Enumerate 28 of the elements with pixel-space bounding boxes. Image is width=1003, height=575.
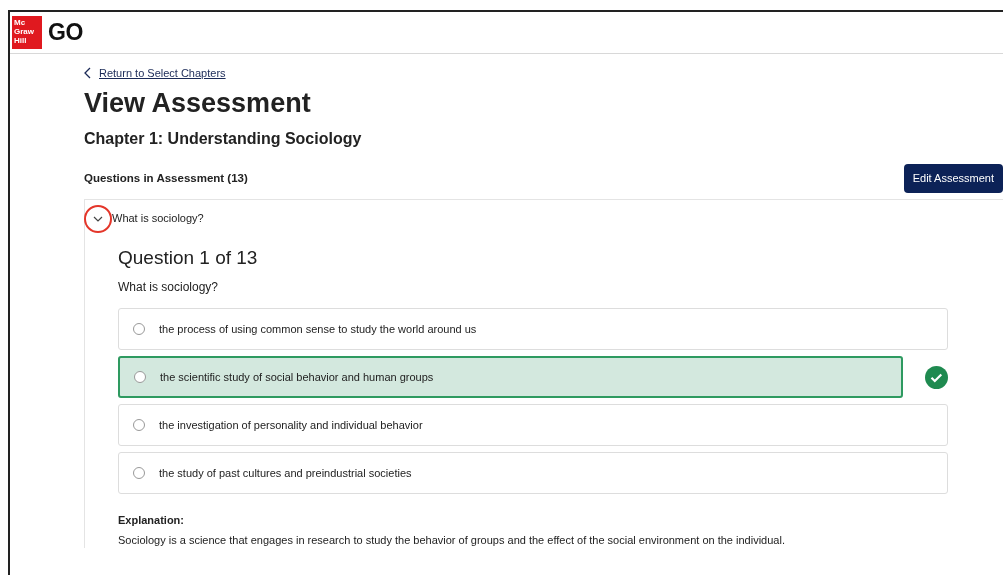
- answer-option[interactable]: the study of past cultures and preindustrial societies: [118, 452, 948, 495]
- explanation-text: Sociology is a science that engages in research to study the behavior of groups and the effect of the social environment on the individual.: [118, 532, 786, 548]
- chevron-down-icon: [93, 215, 103, 222]
- edit-button[interactable]: Edit Assessment: [903, 164, 1003, 193]
- question-text: What is sociology?: [118, 279, 220, 297]
- radio-button[interactable]: [134, 371, 146, 384]
- option-text: the process of using common sense to study the world around us: [159, 322, 477, 337]
- chapter-title: Chapter 1: Understanding Sociology: [84, 129, 363, 149]
- back-link[interactable]: Return to Select Chapters: [99, 64, 226, 82]
- section-heading: Questions in Assessment (13): [84, 170, 248, 186]
- back-chevron-icon: [84, 67, 91, 79]
- explanation-label: Explanation:: [118, 513, 185, 529]
- page-title: View Assessment: [84, 88, 312, 120]
- correct-check-icon: [925, 366, 948, 390]
- logo[interactable]: Mc Graw Hill: [12, 16, 42, 49]
- question-counter: Question 1 of 13: [118, 245, 259, 270]
- answer-option[interactable]: the scientific study of social behavior and human groups: [118, 356, 903, 399]
- radio-button[interactable]: [133, 323, 145, 336]
- option-text: the investigation of personality and individual behavior: [159, 418, 423, 433]
- question-summary: What is sociology?: [112, 211, 204, 227]
- answer-option[interactable]: the investigation of personality and individual behavior: [118, 404, 948, 447]
- brand-name: GO: [48, 18, 83, 48]
- expand-toggle[interactable]: [84, 204, 112, 233]
- radio-button[interactable]: [133, 419, 145, 432]
- option-text: the scientific study of social behavior and human groups: [160, 370, 434, 385]
- answer-option[interactable]: the process of using common sense to study the world around us: [118, 308, 948, 351]
- option-text: the study of past cultures and preindustrial societies: [159, 466, 412, 481]
- radio-button[interactable]: [133, 467, 145, 480]
